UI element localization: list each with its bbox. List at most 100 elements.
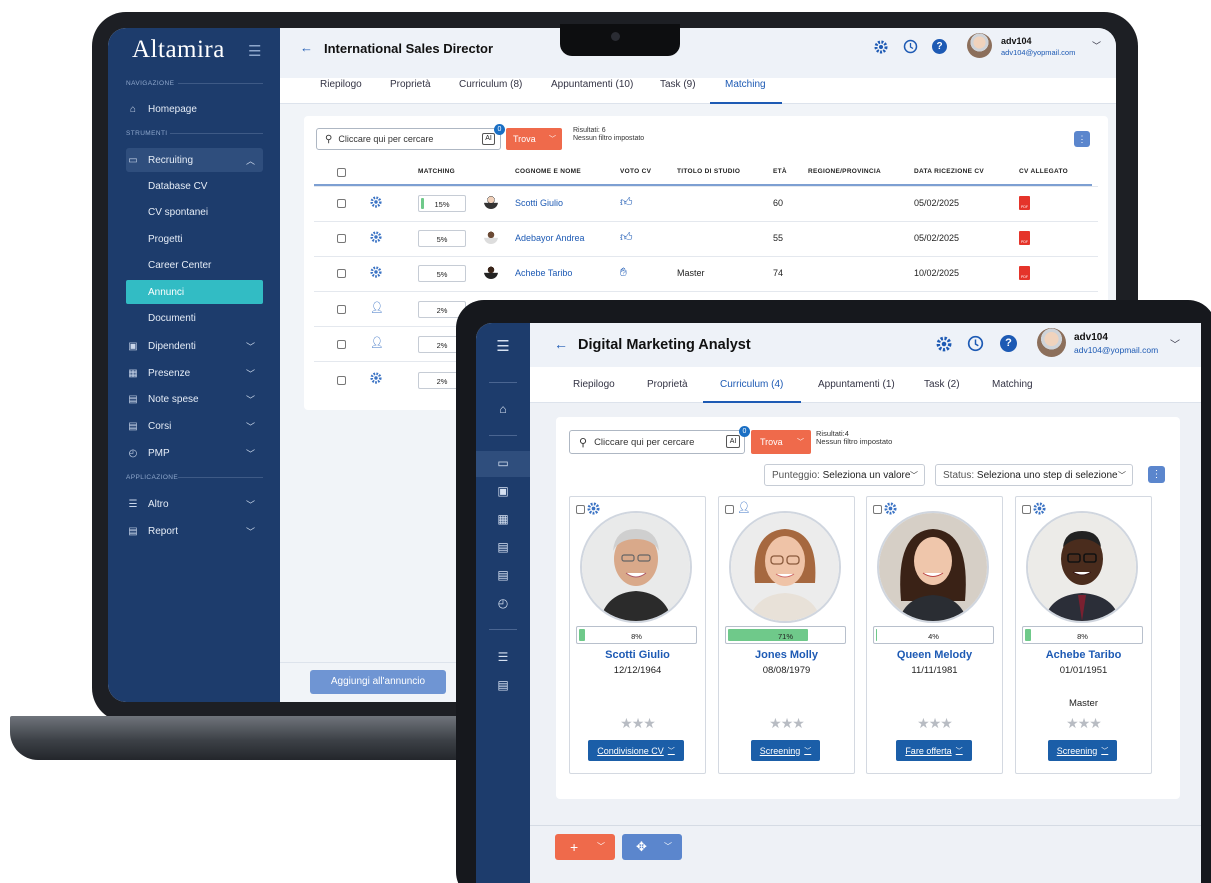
row-checkbox[interactable] [337,376,346,385]
select-all-checkbox[interactable] [337,168,346,177]
avatar[interactable] [1037,328,1066,357]
column-header-name[interactable]: COGNOME E NOME [515,168,581,175]
row-checkbox[interactable] [337,234,346,243]
trova-button[interactable]: Trova ﹀ [751,430,811,454]
tab-appuntamenti[interactable]: Appuntamenti (10) [551,78,633,92]
column-header-eta[interactable]: ETÀ [773,168,787,175]
sidebar-item-report[interactable]: ▤ Report ﹀ [126,519,263,543]
gear-icon[interactable] [936,336,952,352]
tab-curriculum[interactable]: Curriculum (8) [459,78,522,92]
tab-riepilogo[interactable]: Riepilogo [573,379,615,390]
tab-matching[interactable]: Matching [725,78,766,92]
punteggio-select[interactable]: Punteggio: Seleziona un valore ﹀ [764,464,925,486]
tab-matching[interactable]: Matching [992,379,1033,390]
tab-task[interactable]: Task (9) [660,78,696,92]
more-options-button[interactable]: ⋮ [1074,131,1090,147]
candidate-name[interactable]: Scotti Giulio [570,649,705,661]
more-options-button[interactable]: ⋮ [1148,466,1165,483]
column-header-data[interactable]: DATA RICEZIONE CV [914,168,984,175]
column-header-regione[interactable]: REGIONE/PROVINCIA [808,168,881,175]
sidebar-item-corsi[interactable]: ▤ Corsi ﹀ [126,414,263,438]
add-to-announcement-button[interactable]: Aggiungi all'annuncio [310,670,446,694]
tab-task[interactable]: Task (2) [924,379,960,390]
sidebar-item-dipendenti[interactable]: ▣ Dipendenti ﹀ [126,334,263,358]
candidate-card[interactable]: 8% Scotti Giulio 12/12/1964 ★★★ Condivis… [569,496,706,774]
report-icon[interactable]: ▤ [476,678,530,692]
column-header-titolo[interactable]: TITOLO DI STUDIO [677,168,740,175]
column-header-allegato[interactable]: CV ALLEGATO [1019,168,1068,175]
help-icon[interactable]: ? [1000,335,1017,352]
candidate-name[interactable]: Adebayor Andrea [515,233,585,243]
tab-proprieta[interactable]: Proprietà [647,379,688,390]
clock-icon[interactable] [967,335,984,352]
gear-icon[interactable] [874,40,888,54]
list-icon[interactable]: ☰ [476,650,530,664]
pdf-icon[interactable]: PDF [1019,196,1030,210]
sidebar-item-annunci[interactable]: Annunci [126,280,263,304]
sidebar-item-homepage[interactable]: ⌂ Homepage [126,97,263,121]
briefcase-icon[interactable]: ▭ [476,456,530,470]
card-checkbox[interactable] [576,505,585,514]
hand-icon[interactable]: ✋︎ [620,265,627,280]
tab-riepilogo[interactable]: Riepilogo [320,78,362,92]
calendar-icon[interactable]: ▦ [476,512,530,526]
back-arrow-icon[interactable]: ← [300,40,313,55]
ai-icon[interactable]: AI [482,133,495,145]
column-header-matching[interactable]: MATCHING [418,168,455,175]
chevron-down-icon[interactable]: ﹀ [1170,336,1180,351]
tab-proprieta[interactable]: Proprietà [390,78,431,92]
move-button[interactable]: ✥ ﹀ [622,834,682,860]
sidebar-item-career-center[interactable]: Career Center [148,253,263,277]
search-input[interactable]: ⚲ Cliccare qui per cercare [316,128,501,150]
status-button[interactable]: Screening ﹀ [751,740,820,761]
card-checkbox[interactable] [725,505,734,514]
avatar[interactable] [967,33,992,58]
row-checkbox[interactable] [337,199,346,208]
rating-stars[interactable]: ★★★ [867,715,1002,732]
rating-stars[interactable]: ★★★ [719,715,854,732]
candidate-card[interactable]: 4% Queen Melody 11/11/1981 ★★★ Fare offe… [866,496,1003,774]
trova-button[interactable]: Trova ﹀ [506,128,562,150]
candidate-name[interactable]: Achebe Taribo [515,268,572,278]
candidate-card[interactable]: 8% Achebe Taribo 01/01/1951 Master ★★★ S… [1015,496,1152,774]
column-header-voto[interactable]: VOTO CV [620,168,651,175]
thumbs-up-icon[interactable]: 👍︎ [620,195,633,210]
clock-icon[interactable] [903,39,918,54]
card-checkbox[interactable] [873,505,882,514]
card-checkbox[interactable] [1022,505,1031,514]
menu-icon[interactable]: ☰ [248,42,264,60]
search-input[interactable]: ⚲ Cliccare qui per cercare [569,430,745,454]
status-button[interactable]: Condivisione CV ﹀ [588,740,684,761]
candidate-card[interactable]: 👤︎ 71% Jones Molly 08/08/1979 ★★★ Screen… [718,496,855,774]
candidate-name[interactable]: Jones Molly [719,649,854,661]
row-checkbox[interactable] [337,340,346,349]
chevron-down-icon[interactable]: ﹀ [1092,39,1101,52]
add-button[interactable]: + ﹀ [555,834,615,860]
tab-curriculum[interactable]: Curriculum (4) [720,379,783,390]
status-button[interactable]: Screening ﹀ [1048,740,1117,761]
sidebar-item-altro[interactable]: ☰ Altro ﹀ [126,492,263,516]
back-arrow-icon[interactable]: ← [554,336,568,352]
sidebar-item-documenti[interactable]: Documenti [148,306,263,330]
status-button[interactable]: Fare offerta ﹀ [896,740,972,761]
pdf-icon[interactable]: PDF [1019,231,1030,245]
sidebar-item-recruiting[interactable]: ▭ Recruiting ︿ [126,148,263,172]
status-select[interactable]: Status: Seleziona uno step di selezione … [935,464,1133,486]
book-icon[interactable]: ▤ [476,568,530,582]
sidebar-item-cv-spontanei[interactable]: CV spontanei [148,200,263,224]
row-checkbox[interactable] [337,269,346,278]
receipt-icon[interactable]: ▤ [476,540,530,554]
gauge-icon[interactable]: ◴ [476,596,530,610]
row-checkbox[interactable] [337,305,346,314]
sidebar-item-note-spese[interactable]: ▤ Note spese ﹀ [126,387,263,411]
rating-stars[interactable]: ★★★ [570,715,705,732]
sidebar-item-progetti[interactable]: Progetti [148,227,263,251]
candidate-name[interactable]: Achebe Taribo [1016,649,1151,661]
ai-icon[interactable]: AI [726,435,740,448]
help-icon[interactable]: ? [932,39,947,54]
candidate-name[interactable]: Scotti Giulio [515,198,563,208]
menu-icon[interactable]: ☰ [476,337,530,355]
candidate-name[interactable]: Queen Melody [867,649,1002,661]
home-icon[interactable]: ⌂ [476,402,530,416]
sidebar-item-database-cv[interactable]: Database CV [148,174,263,198]
